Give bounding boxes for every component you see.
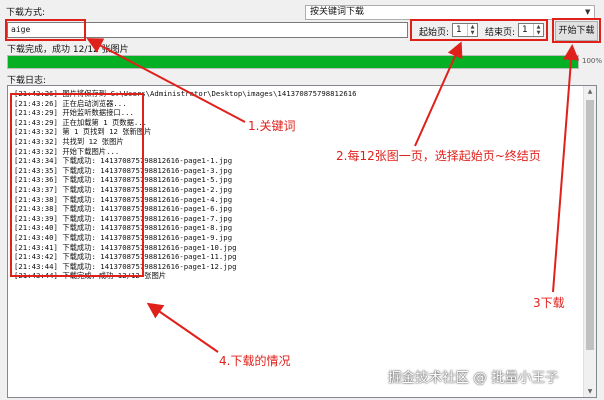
annotation-log: 4.下载的情况 [219,354,291,368]
annotation-arrows [86,38,580,353]
annotation-download: 3下载 [533,296,565,310]
arrow-to-pages [414,41,463,147]
arrow-to-download [552,44,580,293]
annotation-keyword: 1.关键词 [248,119,296,133]
arrow-to-log [146,302,219,353]
watermark-text: 掘金技术社区 @ 批量小王子 [388,370,559,386]
arrow-to-keyword [86,38,246,123]
annotation-pages: 2.每12张图一页，选择起始页~终结页 [336,149,541,163]
